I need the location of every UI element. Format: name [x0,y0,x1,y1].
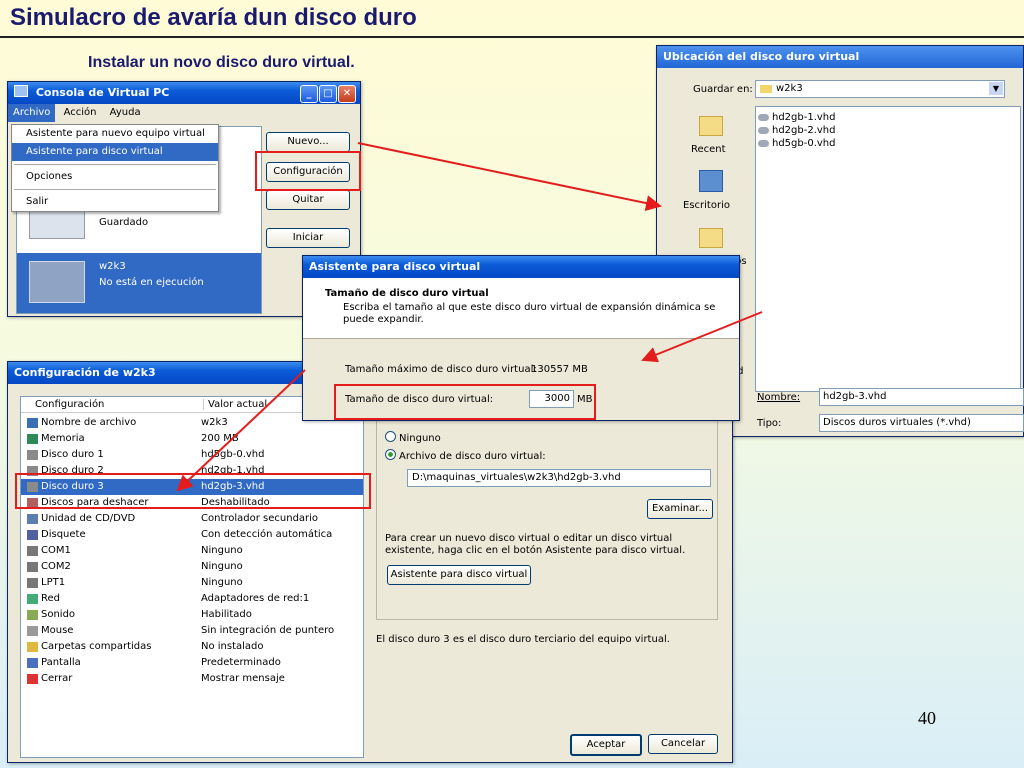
page-number: 40 [918,708,936,728]
arrow-to-save-dialog [357,142,662,211]
arrow-to-size-field [641,311,763,363]
arrow-to-disk3-row [176,369,306,492]
annotation-arrows [176,142,763,492]
